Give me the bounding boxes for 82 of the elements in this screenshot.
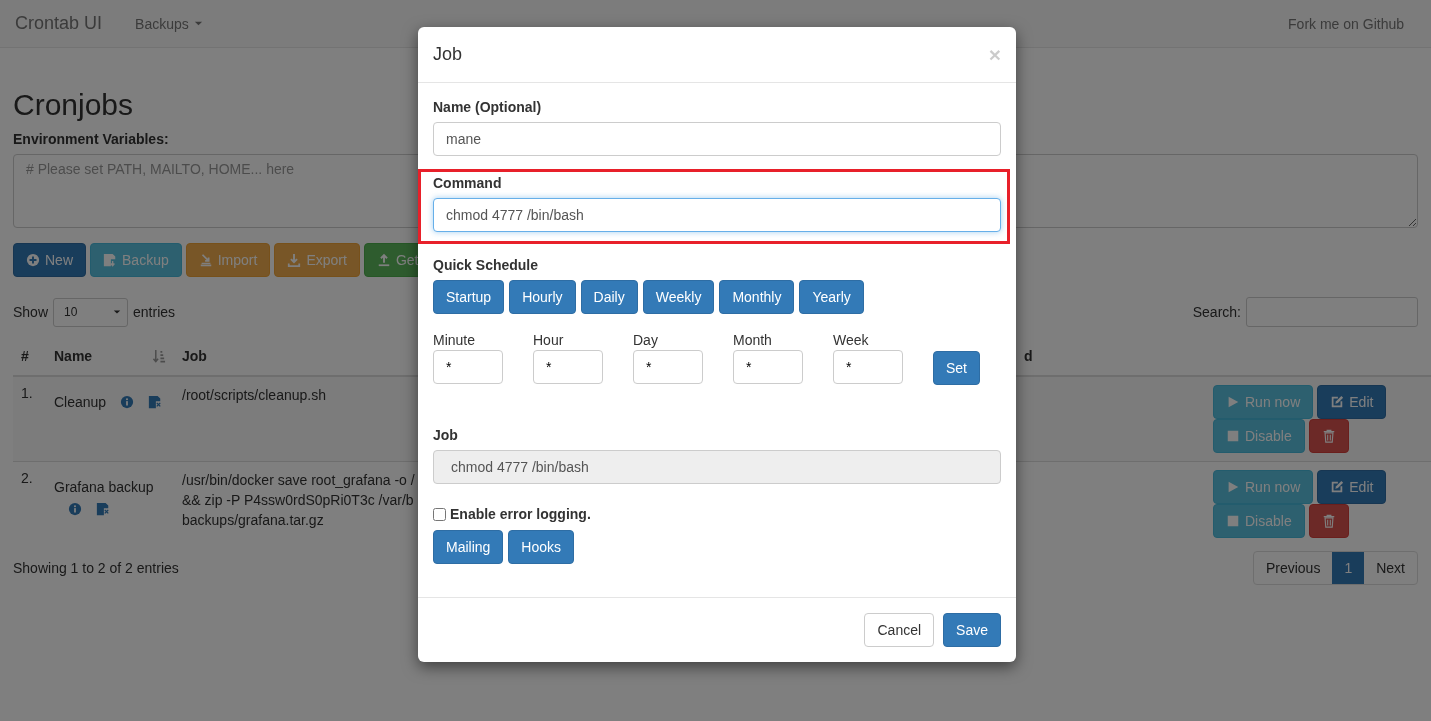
section-label: Quick Schedule (433, 257, 540, 273)
dialog-title: Job (433, 44, 463, 65)
job-name: Cleanup (54, 394, 107, 410)
schedule-button[interactable]: Daily (580, 280, 638, 314)
error-logging-checkbox[interactable]: Enable error logging. (433, 506, 1001, 522)
job-preview-field[interactable]: chmod 4777 /bin/bash (433, 450, 1001, 484)
field-label: Command (433, 175, 503, 191)
floppy-x-icon (96, 502, 110, 516)
schedule-field[interactable]: * (733, 350, 803, 384)
schedule-button[interactable]: Yearly (799, 280, 864, 314)
trash-icon (1321, 429, 1336, 443)
schedule-field[interactable]: * (433, 350, 503, 384)
field-label: Day (633, 332, 659, 348)
delete-button[interactable] (1308, 504, 1349, 538)
plus-circle-icon (26, 253, 40, 267)
entries-select[interactable]: 10 (53, 297, 129, 327)
option-button[interactable]: Hooks (508, 530, 575, 564)
github-link[interactable]: Fork me on Github (1288, 15, 1404, 32)
edit-icon (1330, 395, 1345, 409)
command-field[interactable]: chmod 4777 /bin/bash (433, 198, 1001, 232)
schedule-field[interactable]: * (833, 350, 903, 384)
brand-title[interactable]: Crontab UI (15, 13, 103, 34)
stop-icon (1226, 514, 1240, 528)
edit-button[interactable]: Edit (1317, 385, 1387, 419)
column-header[interactable]: Job (182, 348, 207, 364)
caret-icon (193, 19, 203, 28)
entries-info: Showing 1 to 2 of 2 entries (13, 560, 179, 576)
job-command: && zip -P P4ssw0rdS0pRi0T3c /var/b (182, 491, 414, 510)
new-button[interactable]: New (13, 243, 86, 277)
trash-icon (1321, 514, 1336, 528)
show-label: Show (13, 304, 49, 320)
schedule-button[interactable]: Startup (433, 280, 505, 314)
play-icon (1226, 480, 1240, 494)
schedule-button[interactable]: Hourly (509, 280, 576, 314)
page-button[interactable]: Next (1364, 552, 1417, 584)
field-label: Hour (533, 332, 565, 348)
field-label: Name (Optional) (433, 99, 543, 115)
schedule-field[interactable]: * (633, 350, 703, 384)
column-header[interactable]: d (1024, 348, 1033, 364)
job-command: /root/scripts/cleanup.sh (182, 386, 326, 405)
row-number: 1. (13, 376, 46, 462)
set-button[interactable]: Set (933, 351, 980, 385)
column-header[interactable]: Name (54, 348, 166, 364)
backups-menu[interactable]: Backups (135, 15, 203, 32)
page-button[interactable]: 1 (1332, 552, 1365, 584)
column-header[interactable]: # (21, 348, 29, 364)
search-label: Search: (1192, 304, 1241, 320)
field-label: Job (433, 427, 459, 443)
field-label: Week (833, 332, 870, 348)
field-label: Month (733, 332, 773, 348)
option-button[interactable]: Mailing (433, 530, 504, 564)
page-button[interactable]: Previous (1253, 552, 1333, 584)
sort-icon (153, 348, 166, 364)
page-title: Cronjobs (13, 88, 134, 121)
search-field[interactable] (1246, 297, 1418, 327)
edit-button[interactable]: Edit (1317, 470, 1387, 504)
job-name: Grafana backup (54, 479, 154, 495)
env-label: Environment Variables: (13, 131, 169, 147)
entries-label: entries (133, 304, 176, 320)
schedule-button[interactable]: Weekly (642, 280, 715, 314)
chevron-icon (113, 308, 122, 316)
upload-icon (376, 253, 391, 267)
play-icon (1226, 395, 1240, 409)
info-icon (68, 502, 82, 516)
stop-icon (1226, 429, 1240, 443)
name-field[interactable]: mane (433, 122, 1001, 156)
checkbox[interactable] (433, 507, 446, 521)
job-command: backups/grafana.tar.gz (182, 511, 324, 530)
floppy-icon (103, 253, 117, 267)
save-button[interactable]: Save (943, 613, 1001, 647)
job-command: /usr/bin/docker save root_grafana -o / (182, 471, 415, 490)
schedule-field[interactable]: * (533, 350, 603, 384)
info-icon (120, 395, 135, 409)
floppy-x-icon (148, 395, 163, 409)
schedule-button[interactable]: Monthly (719, 280, 795, 314)
cancel-button[interactable]: Cancel (864, 613, 935, 647)
field-label: Minute (433, 332, 477, 348)
download-icon (287, 253, 302, 267)
row-number: 2. (13, 461, 46, 546)
edit-icon (1330, 480, 1345, 494)
import-icon (198, 253, 213, 267)
delete-button[interactable] (1308, 419, 1349, 453)
